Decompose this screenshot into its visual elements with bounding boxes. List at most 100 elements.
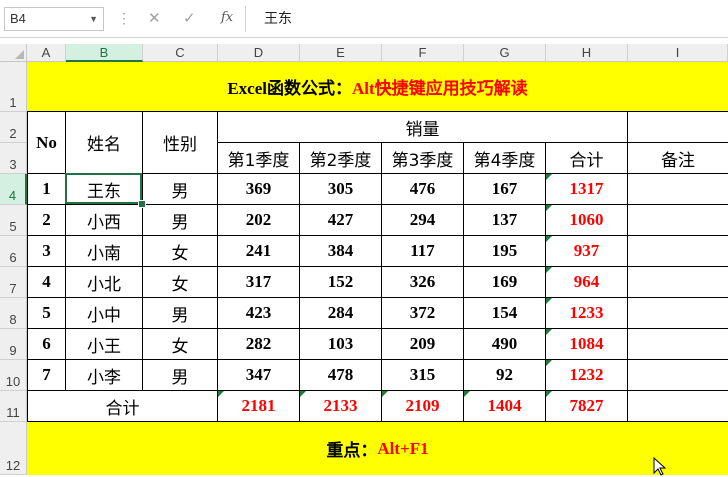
cell-total[interactable]: 1233 (546, 298, 628, 329)
cell-total[interactable]: 1232 (546, 360, 628, 391)
row-header-7[interactable]: 7 (0, 267, 27, 298)
column-header-c[interactable]: C (143, 44, 218, 62)
cell-no[interactable]: 3 (27, 236, 66, 267)
row-header-5[interactable]: 5 (0, 205, 27, 236)
column-header-i[interactable]: I (628, 44, 728, 62)
header-q2[interactable]: 第2季度 (300, 143, 382, 174)
cell-gender[interactable]: 男 (143, 205, 218, 236)
cell-q3[interactable]: 476 (382, 174, 464, 205)
total-remark[interactable] (628, 391, 728, 422)
cell-q1[interactable]: 241 (218, 236, 300, 267)
cell-q2[interactable]: 284 (300, 298, 382, 329)
sheet-title[interactable]: Excel函数公式： Alt快捷键应用技巧解读 (27, 62, 728, 112)
cell-q3[interactable]: 117 (382, 236, 464, 267)
cell-q4[interactable]: 167 (464, 174, 546, 205)
row-header-8[interactable]: 8 (0, 298, 27, 329)
totals-label[interactable]: 合计 (27, 391, 218, 422)
fill-handle[interactable] (138, 200, 146, 208)
cell-gender[interactable]: 女 (143, 329, 218, 360)
cell-name[interactable]: 小李 (66, 360, 143, 391)
cell-q1[interactable]: 317 (218, 267, 300, 298)
cell-total[interactable]: 1084 (546, 329, 628, 360)
header-q4[interactable]: 第4季度 (464, 143, 546, 174)
cell-no[interactable]: 2 (27, 205, 66, 236)
cell-remark[interactable] (628, 298, 728, 329)
cell-no[interactable]: 4 (27, 267, 66, 298)
cell-name[interactable]: 小中 (66, 298, 143, 329)
cell-gender[interactable]: 女 (143, 267, 218, 298)
row-header-11[interactable]: 11 (0, 391, 27, 422)
cell-gender[interactable]: 女 (143, 236, 218, 267)
cell-q1[interactable]: 369 (218, 174, 300, 205)
cell-no[interactable]: 1 (27, 174, 66, 205)
formula-input[interactable]: 王东 (250, 7, 724, 31)
cell-total[interactable]: 937 (546, 236, 628, 267)
cell-q2[interactable]: 305 (300, 174, 382, 205)
cell-name[interactable]: 小北 (66, 267, 143, 298)
cell-name[interactable]: 小王 (66, 329, 143, 360)
cell-q3[interactable]: 372 (382, 298, 464, 329)
cell-q1[interactable]: 282 (218, 329, 300, 360)
cell-q1[interactable]: 347 (218, 360, 300, 391)
row-header-12[interactable]: 12 (0, 422, 27, 475)
cell-q2[interactable]: 103 (300, 329, 382, 360)
cell-q1[interactable]: 423 (218, 298, 300, 329)
cell-q2[interactable]: 384 (300, 236, 382, 267)
cell-q3[interactable]: 209 (382, 329, 464, 360)
cell-total[interactable]: 1060 (546, 205, 628, 236)
column-header-b[interactable]: B (66, 44, 143, 62)
cell-q4[interactable]: 154 (464, 298, 546, 329)
header-sales[interactable]: 销量 (218, 112, 628, 143)
cell-name[interactable]: 小西 (66, 205, 143, 236)
header-name[interactable]: 姓名 (66, 112, 143, 174)
cell-remark[interactable] (628, 360, 728, 391)
cell-gender[interactable]: 男 (143, 174, 218, 205)
header-q3[interactable]: 第3季度 (382, 143, 464, 174)
header-gender[interactable]: 性别 (143, 112, 218, 174)
cell-q2[interactable]: 427 (300, 205, 382, 236)
total-q2[interactable]: 2133 (300, 391, 382, 422)
total-q4[interactable]: 1404 (464, 391, 546, 422)
cell-q4[interactable]: 137 (464, 205, 546, 236)
cell-remark[interactable] (628, 205, 728, 236)
drag-handle-icon[interactable]: ⋮ (117, 10, 131, 27)
cell-remark[interactable] (628, 267, 728, 298)
row-header-2[interactable]: 2 (0, 112, 27, 143)
row-header-10[interactable]: 10 (0, 360, 27, 391)
cell-q3[interactable]: 294 (382, 205, 464, 236)
header-q1[interactable]: 第1季度 (218, 143, 300, 174)
cell-q4[interactable]: 195 (464, 236, 546, 267)
cell-remark[interactable] (628, 329, 728, 360)
footer-note[interactable]: 重点： Alt+F1 (27, 422, 728, 475)
select-all-corner[interactable] (0, 44, 27, 62)
chevron-down-icon[interactable]: ▼ (89, 8, 98, 30)
cell-name[interactable]: 小南 (66, 236, 143, 267)
name-box[interactable]: B4 ▼ (4, 7, 104, 31)
column-header-d[interactable]: D (218, 44, 300, 62)
cell-total[interactable]: 1317 (546, 174, 628, 205)
insert-function-icon[interactable]: fx (221, 10, 233, 25)
column-header-e[interactable]: E (300, 44, 382, 62)
cell-total[interactable]: 964 (546, 267, 628, 298)
cell-q3[interactable]: 326 (382, 267, 464, 298)
row-header-4[interactable]: 4 (0, 174, 27, 205)
cell-q1[interactable]: 202 (218, 205, 300, 236)
header-remark[interactable]: 备注 (628, 143, 728, 174)
total-q3[interactable]: 2109 (382, 391, 464, 422)
row-header-6[interactable]: 6 (0, 236, 27, 267)
confirm-icon[interactable]: ✓ (183, 9, 196, 27)
row-header-9[interactable]: 9 (0, 329, 27, 360)
column-header-g[interactable]: G (464, 44, 546, 62)
header-blank-i2[interactable] (628, 112, 728, 143)
cell-gender[interactable]: 男 (143, 298, 218, 329)
header-no[interactable]: No (27, 112, 66, 174)
cell-q4[interactable]: 490 (464, 329, 546, 360)
row-header-1[interactable]: 1 (0, 62, 27, 112)
cell-q2[interactable]: 152 (300, 267, 382, 298)
cell-q4[interactable]: 92 (464, 360, 546, 391)
cell-name[interactable]: 王东 (66, 174, 143, 205)
cell-q4[interactable]: 169 (464, 267, 546, 298)
cell-remark[interactable] (628, 236, 728, 267)
cancel-icon[interactable]: ✕ (148, 9, 161, 27)
cell-gender[interactable]: 男 (143, 360, 218, 391)
